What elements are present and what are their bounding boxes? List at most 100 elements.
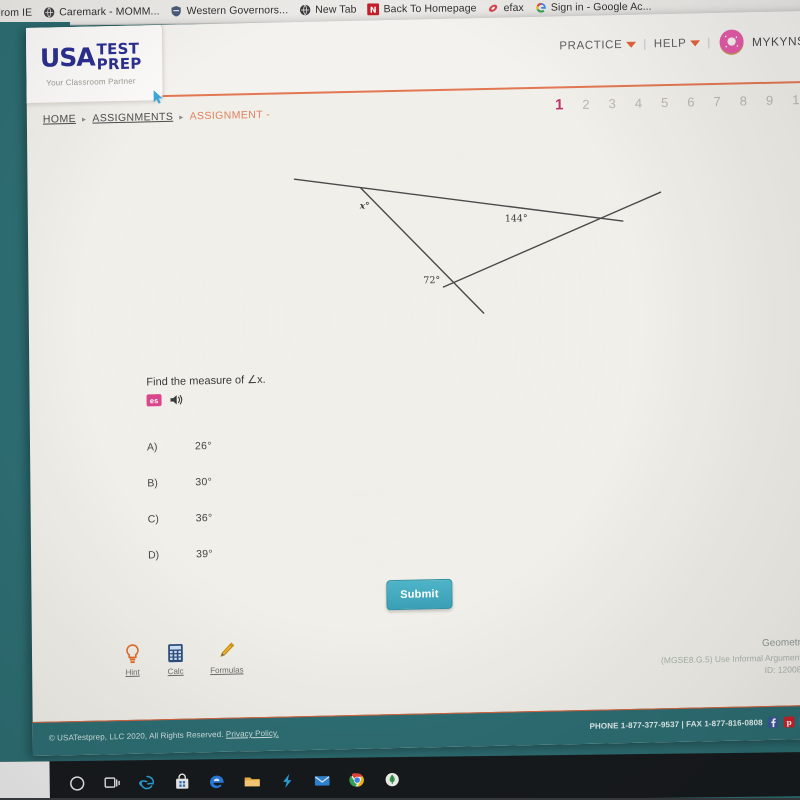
tool-hint[interactable]: Hint: [124, 644, 141, 677]
figure-line-left-leg: [359, 187, 485, 314]
site-footer: © USATestprep, LLC 2020, All Rights Rese…: [32, 704, 800, 757]
screen-photo: ttd=34?acing.... From IE Caremark - MOMM…: [0, 0, 800, 800]
breadcrumb-current: ASSIGNMENT -: [189, 108, 271, 123]
top-navigation: PRACTICE | HELP | MYKYNSE: [559, 27, 800, 60]
bookmark-label: Caremark - MOMM...: [59, 5, 160, 19]
choice-value: 39°: [195, 548, 213, 561]
breadcrumb-separator-icon: ▸: [81, 114, 87, 124]
answer-choice-b[interactable]: B) 30°: [147, 460, 407, 502]
question-number-nav: 1 2 3 4 5 6 7 8 9 10: [555, 91, 800, 113]
windows-taskbar: [0, 752, 800, 800]
bookmark-label: From IE: [0, 6, 33, 19]
mail-icon[interactable]: [313, 770, 332, 789]
bookmark-item-efax[interactable]: efax: [488, 2, 524, 14]
bookmark-item-google-signin[interactable]: Sign in - Google Ac...: [535, 1, 652, 14]
speaker-icon[interactable]: [169, 393, 184, 407]
file-explorer-icon[interactable]: [243, 771, 262, 790]
shield-icon: [171, 6, 182, 17]
n-square-icon: N: [367, 3, 380, 16]
question-tools: es: [146, 393, 185, 408]
privacy-policy-link[interactable]: Privacy Policy.: [226, 729, 279, 739]
bookmark-item-new-tab[interactable]: New Tab: [299, 3, 357, 17]
logo-testprep-stack: TEST PREP: [96, 40, 142, 73]
logo-prep-text: PREP: [96, 53, 142, 73]
cortana-circle-icon[interactable]: [68, 773, 87, 792]
taskbar-icon-list: [50, 770, 402, 793]
choice-value: 26°: [194, 440, 212, 453]
start-button[interactable]: [0, 761, 50, 800]
internet-explorer-icon[interactable]: [138, 773, 157, 792]
bookmark-label: Back To Homepage: [383, 2, 477, 16]
standard-info: Geometry (MGSE8.G.5) Use Informal Argume…: [661, 636, 800, 678]
bookmark-item-back-to-homepage[interactable]: N Back To Homepage: [367, 2, 477, 16]
question-number-6[interactable]: 6: [687, 94, 694, 109]
bookmark-from-ie-label: From IE: [0, 7, 32, 19]
chevron-down-icon: [690, 39, 701, 47]
question-number-2[interactable]: 2: [582, 97, 589, 112]
tool-row: Hint Calc Formulas: [124, 641, 244, 677]
figure-label-72: 72°: [423, 275, 440, 286]
bookmark-label: Western Governors...: [186, 4, 289, 18]
lightbulb-icon: [126, 644, 139, 664]
question-number-1[interactable]: 1: [555, 96, 564, 113]
submit-button[interactable]: Submit: [386, 578, 453, 611]
choice-label: A): [146, 441, 158, 454]
edge-icon[interactable]: [208, 772, 227, 791]
breadcrumb-separator-icon: ▸: [179, 112, 184, 122]
task-view-icon[interactable]: [103, 773, 122, 792]
lightning-icon[interactable]: [278, 771, 297, 790]
question-prompt: Find the measure of ∠x.: [146, 373, 266, 389]
logo-usa-text: USA: [39, 42, 95, 73]
pencil-icon: [220, 642, 235, 657]
answer-choice-c[interactable]: C) 36°: [148, 496, 408, 538]
answer-choice-a[interactable]: A) 26°: [147, 424, 407, 466]
bookmark-item-western-governors[interactable]: Western Governors...: [171, 4, 289, 18]
geometry-diagram-svg: x° 144° 72°: [293, 178, 662, 314]
choice-value: 30°: [195, 476, 213, 489]
nav-label: PRACTICE: [559, 38, 623, 52]
question-number-4[interactable]: 4: [635, 96, 642, 111]
choice-label: C): [147, 513, 159, 526]
mouse-pointer-icon: [740, 456, 800, 665]
username-label[interactable]: MYKYNSE: [752, 33, 800, 48]
spanish-translate-button[interactable]: es: [146, 394, 162, 407]
question-number-8[interactable]: 8: [740, 93, 747, 108]
bookmark-label: Sign in - Google Ac...: [550, 0, 652, 14]
tool-label: Hint: [125, 667, 140, 677]
question-number-3[interactable]: 3: [609, 96, 616, 111]
tool-label: Calc: [167, 666, 184, 677]
choice-label: B): [147, 477, 158, 490]
google-g-icon: [536, 2, 546, 13]
site-logo[interactable]: USA TEST PREP Your Classroom Partner: [26, 21, 164, 105]
choice-label: D): [148, 549, 160, 562]
logo-tagline: Your Classroom Partner: [46, 76, 136, 88]
breadcrumb-item-home[interactable]: HOME: [43, 113, 76, 126]
bookmark-item-caremark[interactable]: Caremark - MOMM...: [43, 5, 160, 18]
chrome-icon[interactable]: [348, 770, 367, 789]
question-number-5[interactable]: 5: [661, 95, 668, 110]
figure-line-lower-transversal: [442, 191, 662, 288]
figure-label-144: 144°: [505, 213, 528, 224]
question-number-10[interactable]: 10: [792, 92, 800, 107]
choice-value: 36°: [195, 512, 213, 525]
browser-page-content: USA TEST PREP Your Classroom Partner PRA…: [26, 10, 800, 757]
footer-contact-row: PHONE 1-877-377-9537 | FAX 1-877-816-080…: [590, 716, 800, 732]
nav-item-help[interactable]: HELP: [654, 37, 701, 50]
nav-item-practice[interactable]: PRACTICE: [559, 38, 637, 52]
tool-formulas[interactable]: Formulas: [210, 641, 244, 675]
microsoft-store-icon[interactable]: [173, 772, 192, 791]
logo-wordmark: USA TEST PREP: [39, 40, 163, 104]
tool-calc[interactable]: Calc: [167, 643, 184, 676]
facebook-icon[interactable]: [767, 716, 779, 728]
question-number-9[interactable]: 9: [766, 93, 773, 108]
answer-choice-d[interactable]: D) 39°: [148, 532, 408, 574]
bookmark-label: New Tab: [315, 3, 357, 16]
question-number-7[interactable]: 7: [713, 94, 720, 109]
nav-label: HELP: [653, 37, 687, 50]
green-leaf-app-icon[interactable]: [383, 770, 402, 789]
pinterest-icon[interactable]: p: [783, 716, 795, 728]
nav-separator: |: [643, 37, 647, 51]
breadcrumb-item-assignments[interactable]: ASSIGNMENTS: [92, 111, 173, 125]
chevron-down-icon: [626, 41, 637, 48]
donut-avatar-icon[interactable]: [718, 28, 745, 56]
